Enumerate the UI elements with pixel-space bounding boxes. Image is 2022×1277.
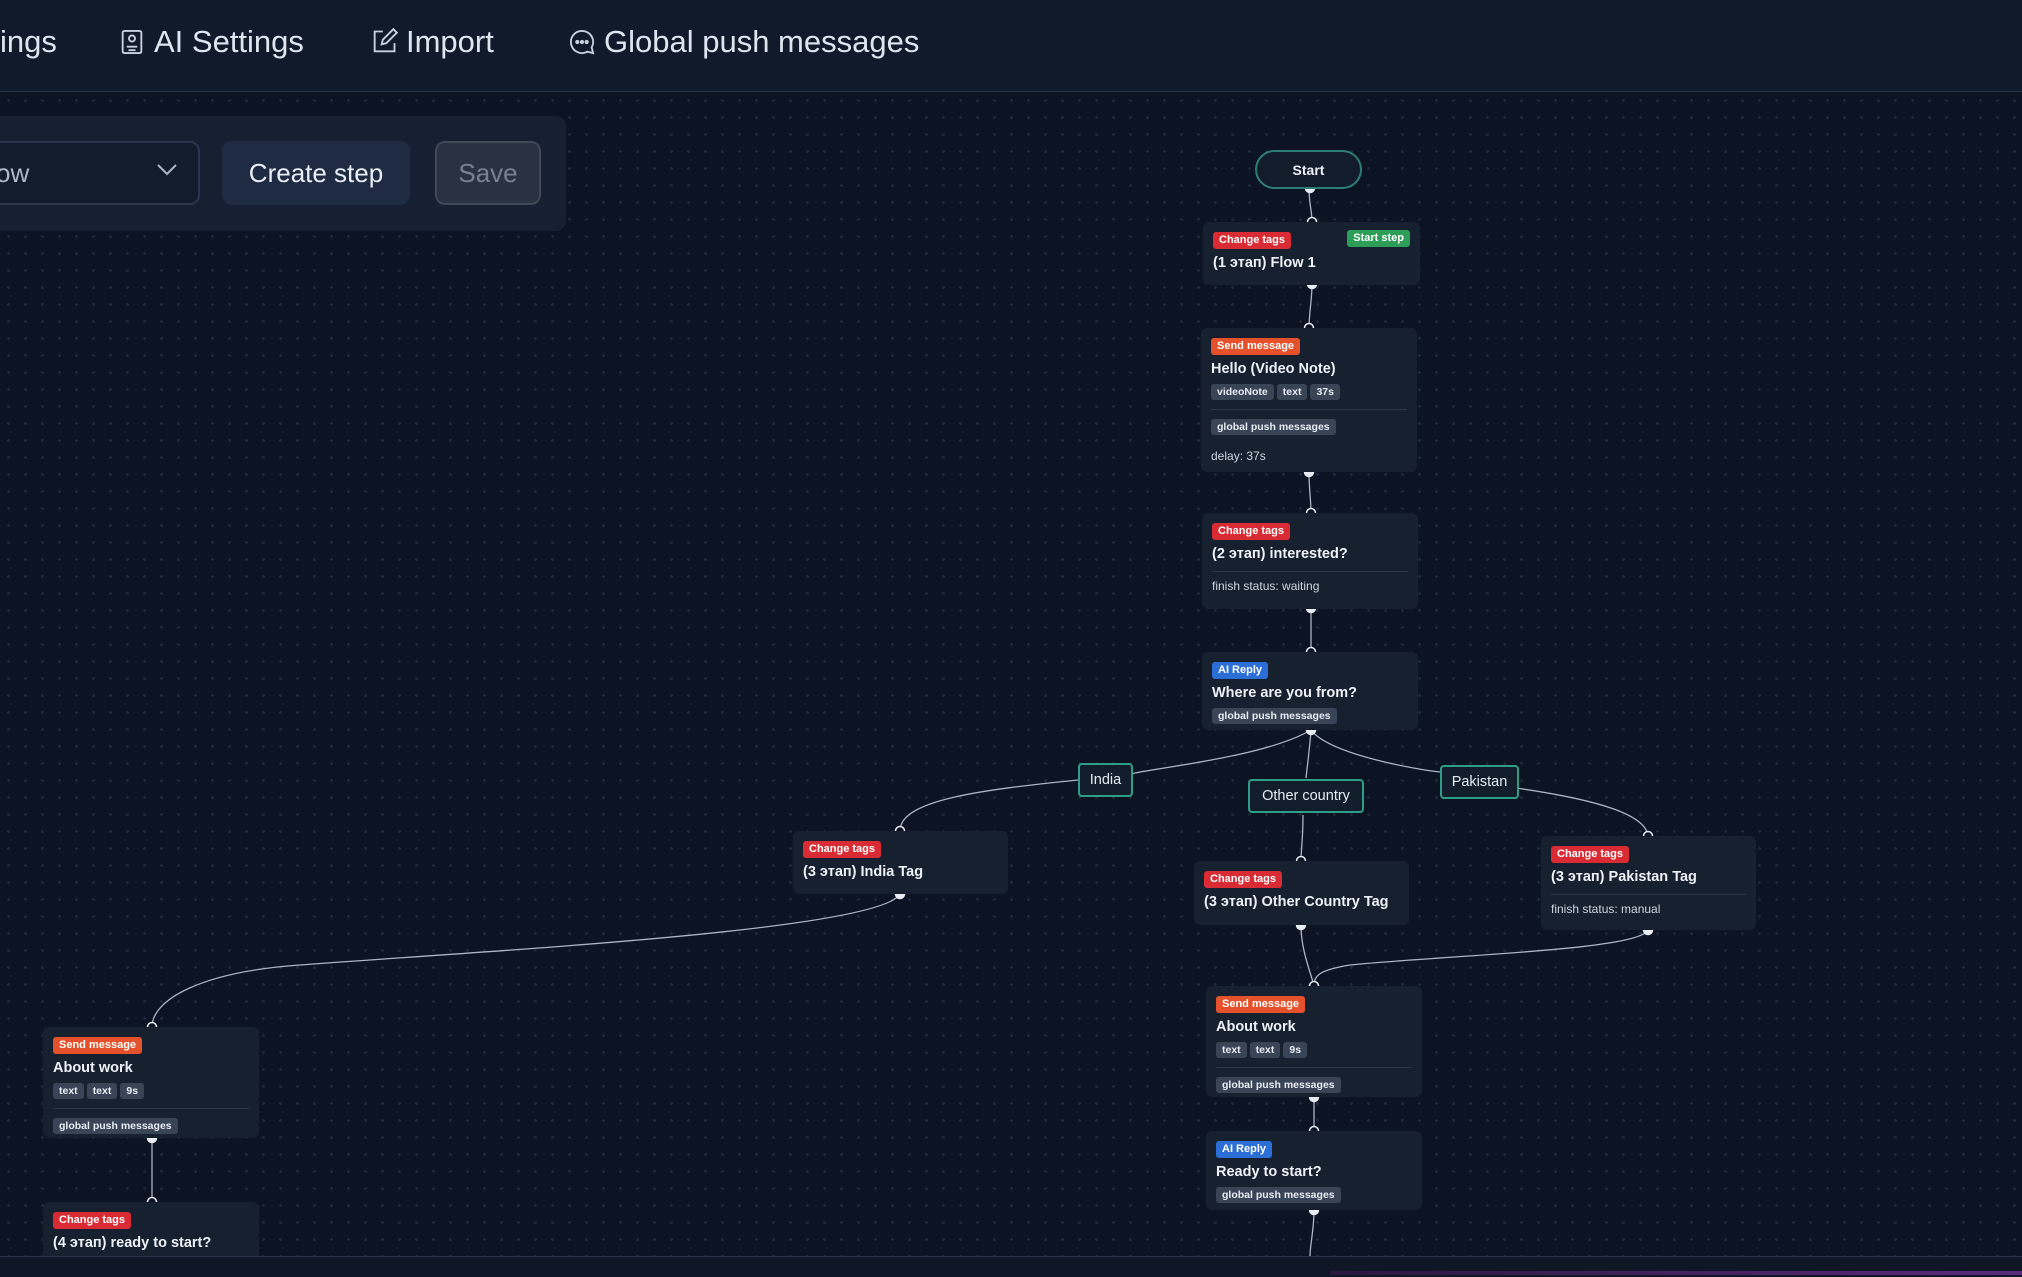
bottom-accent — [1330, 1271, 2022, 1275]
edge — [1313, 929, 1649, 987]
node-title: (4 этап) ready to start? — [53, 1235, 212, 1251]
divider — [1212, 571, 1408, 572]
chip: videoNote — [1211, 384, 1274, 400]
edge — [1309, 1209, 1315, 1257]
branch-pakistan[interactable]: Pakistan — [1440, 765, 1519, 799]
send-message-badge: Send message — [1211, 338, 1301, 355]
flow-node[interactable]: Change tags (4 этап) ready to start? — [43, 1202, 259, 1256]
branch-other-country[interactable]: Other country — [1248, 779, 1364, 813]
node-title: About work — [53, 1060, 133, 1076]
flow-node[interactable]: Change tags (3 этап) Other Country Tag — [1194, 861, 1409, 925]
node-title: (2 этап) interested? — [1212, 546, 1348, 562]
change-tags-badge: Change tags — [1204, 871, 1283, 888]
divider — [1551, 894, 1746, 895]
node-title: (3 этап) Other Country Tag — [1204, 894, 1389, 910]
chip: 9s — [120, 1083, 145, 1099]
change-tags-badge: Change tags — [53, 1212, 132, 1229]
chip: text — [1276, 384, 1308, 400]
ai-reply-badge: AI Reply — [1212, 662, 1269, 679]
edge — [1300, 814, 1304, 862]
branch-india[interactable]: India — [1078, 763, 1133, 797]
node-title: (3 этап) India Tag — [803, 864, 924, 880]
edge — [1515, 787, 1649, 837]
send-message-badge: Send message — [1216, 996, 1306, 1013]
flow-node[interactable]: Change tags (3 этап) Pakistan Tag finish… — [1541, 836, 1756, 930]
node-meta: finish status: waiting — [1212, 579, 1320, 593]
start-node[interactable]: Start — [1255, 150, 1362, 189]
flow-node[interactable]: Send message About work text text 9s globa… — [1206, 986, 1422, 1097]
bottom-bar — [0, 1256, 2022, 1277]
divider — [1216, 1067, 1412, 1068]
chip: text — [1249, 1042, 1281, 1058]
node-title: Hello (Video Note) — [1211, 361, 1336, 377]
node-meta: finish status: manual — [1551, 902, 1661, 916]
send-message-badge: Send message — [53, 1037, 143, 1054]
edge — [1308, 283, 1313, 329]
flow-node[interactable]: Send message About work text text 9s globa… — [43, 1027, 259, 1138]
divider — [1211, 409, 1407, 410]
flow-edges — [146, 182, 1654, 1257]
node-title: About work — [1216, 1019, 1296, 1035]
edge — [1300, 924, 1315, 987]
change-tags-badge: Change tags — [1551, 846, 1630, 863]
edge — [899, 779, 1079, 832]
divider — [53, 1108, 249, 1109]
flow-node[interactable]: Change tags (3 этап) India Tag — [793, 831, 1008, 894]
flow-node[interactable]: Change tags Start step (1 этап) Flow 1 — [1203, 222, 1420, 285]
chip: text — [86, 1083, 118, 1099]
node-title: Ready to start? — [1216, 1164, 1322, 1180]
edge — [1308, 471, 1312, 514]
tag-chip: global push messages — [1211, 419, 1336, 435]
flow-node[interactable]: Change tags (2 этап) interested? finish … — [1202, 513, 1418, 609]
change-tags-badge: Change tags — [1213, 232, 1292, 249]
tag-chip: global push messages — [1212, 708, 1337, 724]
chip: 37s — [1310, 384, 1340, 400]
edge — [1305, 729, 1312, 779]
edge — [151, 893, 901, 1028]
change-tags-badge: Change tags — [1212, 523, 1291, 540]
flow-node[interactable]: AI Reply Ready to start? global push mes… — [1206, 1131, 1422, 1210]
node-meta: delay: 37s — [1211, 449, 1266, 463]
tag-chip: global push messages — [53, 1118, 178, 1134]
ai-reply-badge: AI Reply — [1216, 1141, 1273, 1158]
start-step-badge: Start step — [1347, 230, 1410, 247]
chip: 9s — [1283, 1042, 1308, 1058]
node-title: (3 этап) Pakistan Tag — [1551, 869, 1697, 885]
chip: text — [1216, 1042, 1247, 1058]
flow-node[interactable]: AI Reply Where are you from? global push… — [1202, 652, 1418, 730]
chip: text — [53, 1083, 84, 1099]
edge — [1129, 729, 1312, 776]
flow-node[interactable]: Send message Hello (Video Note) videoNot… — [1201, 328, 1417, 472]
tag-chip: global push messages — [1216, 1077, 1341, 1093]
edge — [1310, 729, 1441, 773]
node-title: (1 этап) Flow 1 — [1213, 255, 1316, 271]
tag-chip: global push messages — [1216, 1187, 1341, 1203]
node-title: Where are you from? — [1212, 685, 1358, 701]
change-tags-badge: Change tags — [803, 841, 882, 858]
